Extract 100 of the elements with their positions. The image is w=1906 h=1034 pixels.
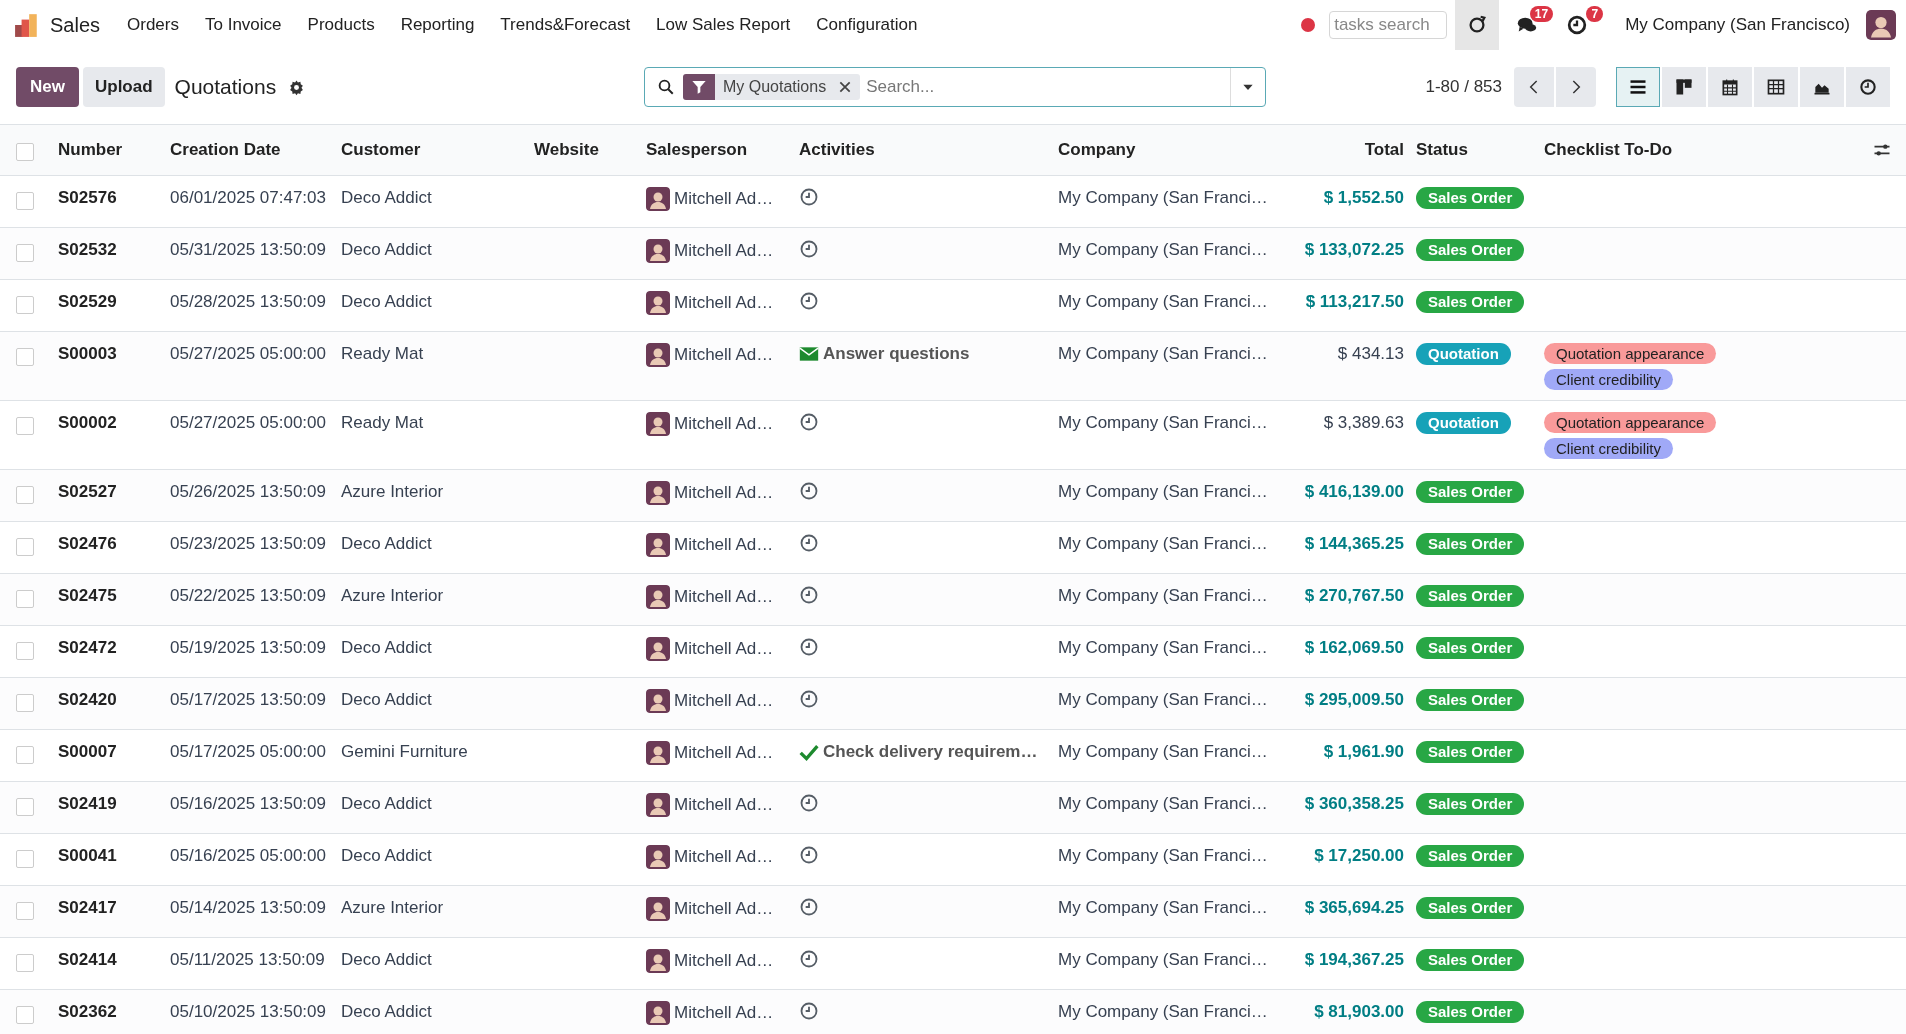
graph-view-button[interactable] [1800, 67, 1844, 107]
menu-item[interactable]: Configuration [803, 15, 931, 35]
app-logo-icon[interactable] [14, 12, 40, 38]
calendar-view-button[interactable] [1708, 67, 1752, 107]
row-checkbox[interactable] [16, 745, 34, 764]
menu-item[interactable]: Trends&Forecast [487, 15, 644, 35]
select-all-checkbox[interactable] [16, 143, 34, 161]
clock-icon[interactable] [799, 291, 819, 311]
clock-icon[interactable] [799, 533, 819, 553]
list-icon [1628, 77, 1648, 97]
status-badge: Sales Order [1416, 291, 1525, 313]
clock-icon[interactable] [799, 637, 819, 657]
table-grid-icon [1766, 77, 1786, 97]
menu-item[interactable]: To Invoice [192, 15, 295, 35]
order-number: S02532 [58, 240, 117, 259]
checkmark-icon[interactable] [799, 742, 819, 762]
list-view-button[interactable] [1616, 67, 1660, 107]
checklist-tag: Client credibility [1544, 438, 1674, 459]
row-checkbox[interactable] [16, 347, 34, 366]
new-button[interactable]: New [16, 67, 79, 107]
salesperson-name: Mitchell Ad… [674, 638, 774, 660]
clock-icon[interactable] [799, 793, 819, 813]
row-checkbox[interactable] [16, 537, 34, 556]
activity-summary[interactable]: Answer questions [823, 343, 970, 365]
company-name: My Company (San Franci… [1058, 344, 1268, 363]
clock-icon[interactable] [799, 239, 819, 259]
creation-date: 05/17/2025 05:00:00 [170, 742, 326, 761]
row-checkbox[interactable] [16, 416, 34, 435]
order-number: S00007 [58, 742, 117, 761]
column-header[interactable]: Status [1416, 140, 1468, 159]
refresh-button[interactable] [1455, 0, 1500, 50]
row-checkbox[interactable] [16, 485, 34, 504]
salesperson-name: Mitchell Ad… [674, 188, 774, 210]
menu-item[interactable]: Orders [114, 15, 192, 35]
avatar-icon [646, 239, 670, 263]
column-header[interactable]: Company [1058, 140, 1136, 159]
order-number: S02419 [58, 794, 117, 813]
order-number: S02472 [58, 638, 117, 657]
column-header[interactable]: Customer [341, 140, 421, 159]
clock-icon[interactable] [799, 187, 819, 207]
row-checkbox[interactable] [16, 641, 34, 660]
column-header[interactable]: Checklist To-Do [1544, 140, 1673, 159]
row-checkbox[interactable] [16, 953, 34, 972]
activity-summary[interactable]: Check delivery requirem… [823, 741, 1038, 763]
salesperson-name: Mitchell Ad… [674, 292, 774, 314]
menu-item[interactable]: Low Sales Report [643, 15, 804, 35]
pivot-view-button[interactable] [1754, 67, 1798, 107]
close-icon[interactable] [838, 80, 853, 94]
avatar-icon [646, 343, 670, 367]
clock-icon[interactable] [799, 412, 819, 432]
search-bar[interactable]: My Quotations Search... [644, 67, 1266, 107]
tasks-search-field[interactable]: tasks search [1329, 11, 1448, 39]
clock-icon[interactable] [799, 585, 819, 605]
row-checkbox[interactable] [16, 849, 34, 868]
order-total: $ 144,365.25 [1304, 534, 1404, 553]
clock-icon[interactable] [799, 949, 819, 969]
upload-button[interactable]: Upload [82, 67, 165, 107]
row-checkbox[interactable] [16, 797, 34, 816]
salesperson-name: Mitchell Ad… [674, 690, 774, 712]
checklist-tag: Quotation appearance [1544, 412, 1717, 433]
creation-date: 05/17/2025 13:50:09 [170, 690, 326, 709]
menu-item[interactable]: Reporting [387, 15, 488, 35]
column-header[interactable]: Activities [799, 140, 875, 159]
order-total: $ 133,072.25 [1304, 240, 1404, 259]
row-checkbox[interactable] [16, 295, 34, 314]
settings-icon[interactable] [288, 78, 306, 96]
clock-icon[interactable] [799, 689, 819, 709]
order-number: S02362 [58, 1002, 117, 1021]
row-checkbox[interactable] [16, 589, 34, 608]
order-number: S02414 [58, 950, 117, 969]
customer-name: Azure Interior [341, 898, 444, 917]
row-checkbox[interactable] [16, 693, 34, 712]
clock-icon[interactable] [799, 845, 819, 865]
clock-icon[interactable] [799, 481, 819, 501]
salesperson-name: Mitchell Ad… [674, 950, 774, 972]
menu-item[interactable]: Products [294, 15, 388, 35]
salesperson-name: Mitchell Ad… [674, 413, 774, 435]
user-avatar[interactable] [1866, 10, 1896, 40]
filter-facet[interactable]: My Quotations [715, 74, 861, 100]
order-number: S02527 [58, 482, 117, 501]
customer-name: Deco Addict [341, 534, 432, 553]
clock-icon[interactable] [799, 897, 819, 917]
funnel-drawing [691, 79, 707, 95]
column-header[interactable]: Total [1364, 140, 1404, 159]
company-name: My Company (San Franci… [1058, 240, 1268, 259]
salesperson-name: Mitchell Ad… [674, 794, 774, 816]
envelope-icon[interactable] [799, 344, 819, 364]
app-name[interactable]: Sales [50, 13, 101, 37]
row-checkbox[interactable] [16, 191, 34, 210]
row-checkbox[interactable] [16, 901, 34, 920]
company-switcher[interactable]: My Company (San Francisco) [1625, 15, 1850, 35]
row-checkbox[interactable] [16, 1005, 34, 1024]
status-badge: Sales Order [1416, 481, 1525, 503]
order-number: S02475 [58, 586, 117, 605]
activity-view-button[interactable] [1846, 67, 1890, 107]
customer-name: Deco Addict [341, 950, 432, 969]
clock-icon[interactable] [799, 1001, 819, 1021]
row-checkbox[interactable] [16, 243, 34, 262]
kanban-view-button[interactable] [1662, 67, 1706, 107]
order-number: S02476 [58, 534, 117, 553]
